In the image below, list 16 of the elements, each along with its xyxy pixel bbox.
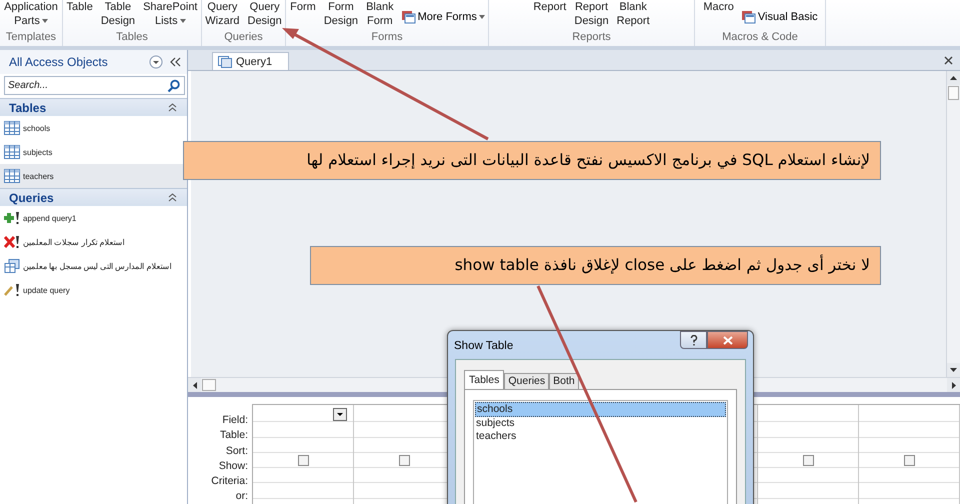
row-label: Table: [218,428,248,444]
row-label: Field: [221,413,248,428]
group-label: Macros & Code [721,30,799,45]
group-label: Queries [223,30,264,45]
group-label: Forms [370,30,404,45]
group-label: Templates [4,30,58,45]
group-label: Reports [571,30,612,45]
dialog-title: Show Table [454,340,514,354]
group-label: Tables [115,30,149,45]
row-label: Sort: [224,444,248,459]
annotation-callout: لا نختر أى جدول ثم اضغط على close لإغلاق نافذة show table [310,246,881,285]
row-label: Criteria: [210,474,248,490]
pane-title: All Access Objects [9,55,109,69]
row-label: or: [234,489,248,504]
row-label: Show: [218,458,248,474]
annotation-callout: لإنشاء استعلام SQL في برنامج الاكسيس نفتح قاعدة البيانات التى نريد إجراء استعلام لها [183,141,881,180]
